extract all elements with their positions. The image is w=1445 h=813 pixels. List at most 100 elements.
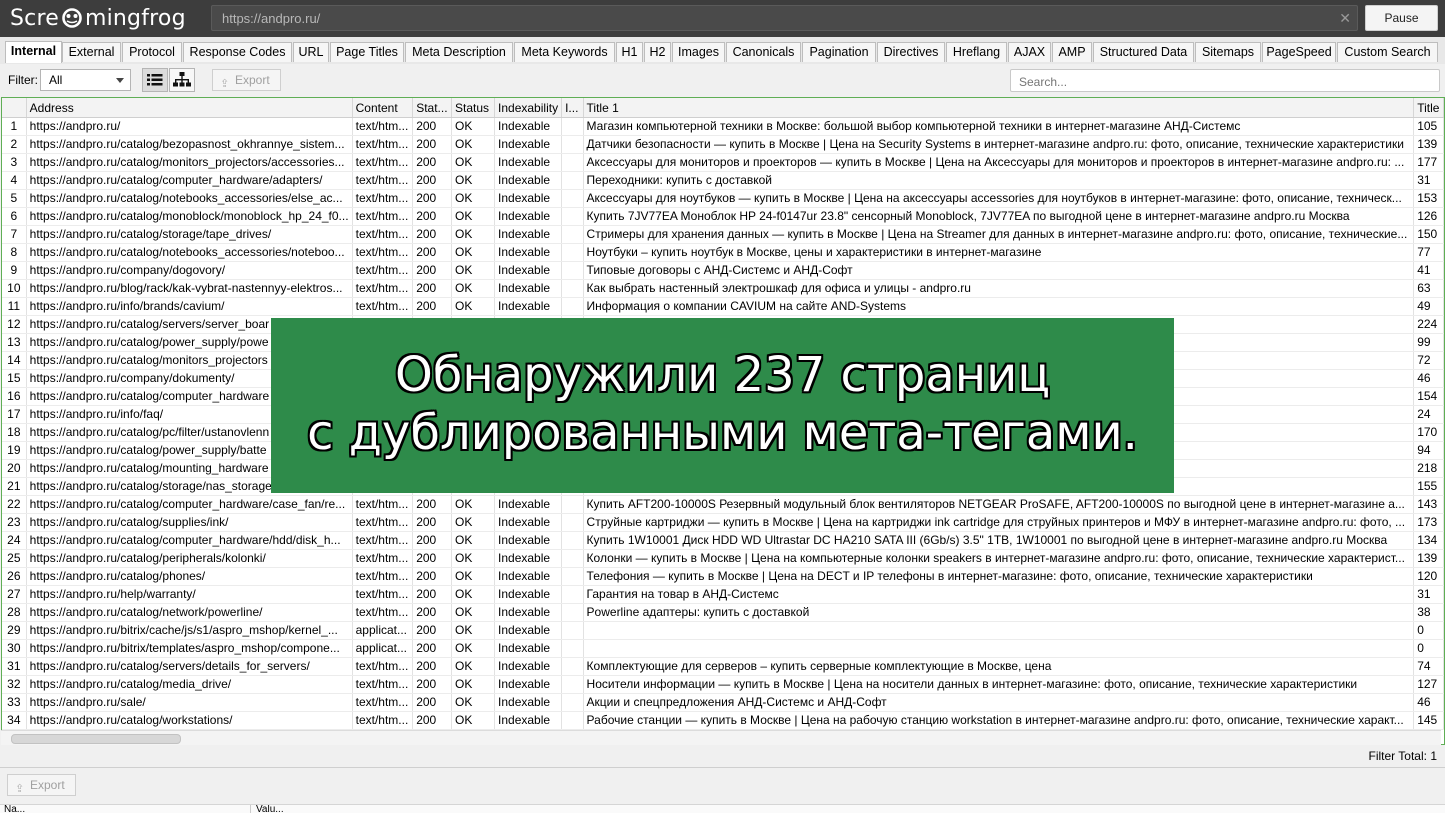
table-row[interactable]: 7 https://andpro.ru/catalog/storage/tape_… (2, 225, 1444, 244)
horizontal-scrollbar[interactable] (1, 730, 1441, 745)
row-index: 31 (2, 657, 27, 676)
tab-response-codes[interactable]: Response Codes (183, 42, 292, 62)
table-row[interactable]: 26 https://andpro.ru/catalog/phones/text/… (2, 567, 1444, 586)
tab-custom-search[interactable]: Custom Search (1337, 42, 1438, 62)
tab-pagination[interactable]: Pagination (802, 42, 876, 62)
table-row[interactable]: 27 https://andpro.ru/help/warranty/text/h… (2, 585, 1444, 604)
clear-url-icon[interactable]: ✕ (1339, 10, 1351, 27)
details-col-value[interactable]: Valu... (256, 805, 284, 813)
table-row[interactable]: 3 https://andpro.ru/catalog/monitors_proj… (2, 153, 1444, 172)
tab-images[interactable]: Images (672, 42, 725, 62)
tab-protocol[interactable]: Protocol (122, 42, 182, 62)
export-button[interactable]: ⇪ Export (212, 69, 281, 91)
tab-sitemaps[interactable]: Sitemaps (1195, 42, 1261, 62)
table-row[interactable]: 29 https://andpro.ru/bitrix/cache/js/s1/a… (2, 621, 1444, 640)
cell-title-length: 143 (1413, 495, 1444, 514)
cell-indexability: Indexable (494, 657, 563, 676)
cell-content-type: text/htm... (352, 117, 414, 136)
row-index: 18 (2, 423, 27, 442)
table-row[interactable]: 5 https://andpro.ru/catalog/notebooks_acc… (2, 189, 1444, 208)
tab-pagespeed[interactable]: PageSpeed (1262, 42, 1336, 62)
cell-title-length: 41 (1413, 261, 1444, 280)
table-row[interactable]: 25 https://andpro.ru/catalog/peripherals/… (2, 549, 1444, 568)
scrollbar-thumb[interactable] (11, 734, 181, 744)
table-row[interactable]: 32 https://andpro.ru/catalog/media_drive/… (2, 675, 1444, 694)
cell-title-length: 38 (1413, 603, 1444, 622)
col-header-indexability-status[interactable]: I... (561, 98, 584, 118)
table-row[interactable]: 10 https://andpro.ru/blog/rack/kak-vybrat… (2, 279, 1444, 298)
cell-title-1: Датчики безопасности — купить в Москве |… (583, 135, 1415, 154)
search-box[interactable] (1010, 69, 1440, 92)
table-row[interactable]: 34 https://andpro.ru/catalog/workstations… (2, 711, 1444, 730)
tree-view-button[interactable] (169, 68, 195, 92)
table-row[interactable]: 4 https://andpro.ru/catalog/computer_hard… (2, 171, 1444, 190)
cell-title-length: 134 (1413, 531, 1444, 550)
upload-icon: ⇪ (15, 783, 25, 795)
cell-status: OK (451, 675, 496, 694)
cell-content-type: text/htm... (352, 513, 414, 532)
details-col-name[interactable]: Na... (4, 805, 25, 813)
cell-address: https://andpro.ru/bitrix/cache/js/s1/asp… (26, 621, 353, 640)
table-row[interactable]: 33 https://andpro.ru/sale/text/htm... 200 O… (2, 693, 1444, 712)
tab-amp[interactable]: AMP (1052, 42, 1092, 62)
cell-address: https://andpro.ru/sale/ (26, 693, 353, 712)
table-row[interactable]: 23 https://andpro.ru/catalog/supplies/ink… (2, 513, 1444, 532)
tab-directives[interactable]: Directives (877, 42, 945, 62)
table-row[interactable]: 22 https://andpro.ru/catalog/computer_har… (2, 495, 1444, 514)
table-row[interactable]: 6 https://andpro.ru/catalog/monoblock/mon… (2, 207, 1444, 226)
cell-address: https://andpro.ru/catalog/computer_hardw… (26, 531, 353, 550)
table-row[interactable]: 31 https://andpro.ru/catalog/servers/deta… (2, 657, 1444, 676)
filter-label: Filter: (8, 73, 38, 87)
cell-status: OK (451, 585, 496, 604)
search-input[interactable] (1017, 74, 1421, 90)
col-header-status-code[interactable]: Stat... (412, 98, 452, 118)
tab-ajax[interactable]: AJAX (1008, 42, 1051, 62)
cell-title-1: Аксессуары для ноутбуков — купить в Моск… (583, 189, 1415, 208)
tab-page-titles[interactable]: Page Titles (330, 42, 404, 62)
tab-structured-data[interactable]: Structured Data (1093, 42, 1194, 62)
cell-status: OK (451, 513, 496, 532)
filter-dropdown[interactable]: All (40, 69, 131, 91)
cell-status-code: 200 (412, 495, 452, 514)
url-bar[interactable]: ✕ (211, 5, 1358, 31)
col-header-title-1[interactable]: Title 1 (583, 98, 1415, 118)
cell-title-length: 24 (1413, 405, 1444, 424)
table-row[interactable]: 1 https://andpro.ru/text/htm... 200 OK Index… (2, 117, 1444, 136)
col-header-index[interactable] (2, 98, 27, 118)
table-header-row: Address Content Stat... Status Indexabil… (2, 98, 1444, 118)
tab-url[interactable]: URL (293, 42, 329, 62)
cell-title-length: 0 (1413, 621, 1444, 640)
table-row[interactable]: 9 https://andpro.ru/company/dogovory/text… (2, 261, 1444, 280)
row-index: 3 (2, 153, 27, 172)
col-header-status[interactable]: Status (451, 98, 496, 118)
url-input[interactable] (220, 10, 1324, 27)
table-row[interactable]: 24 https://andpro.ru/catalog/computer_har… (2, 531, 1444, 550)
tab-external[interactable]: External (62, 42, 121, 62)
tab-meta-keywords[interactable]: Meta Keywords (514, 42, 615, 62)
details-export-button[interactable]: ⇪ Export (7, 774, 76, 796)
cell-content-type: text/htm... (352, 171, 414, 190)
table-row[interactable]: 30 https://andpro.ru/bitrix/templates/asp… (2, 639, 1444, 658)
col-header-content[interactable]: Content (352, 98, 414, 118)
table-row[interactable]: 8 https://andpro.ru/catalog/notebooks_acc… (2, 243, 1444, 262)
col-header-indexability[interactable]: Indexability (494, 98, 563, 118)
cell-title-length: 150 (1413, 225, 1444, 244)
tab-h2[interactable]: H2 (644, 42, 671, 62)
tab-meta-description[interactable]: Meta Description (405, 42, 513, 62)
tab-h1[interactable]: H1 (616, 42, 643, 62)
pause-button[interactable]: Pause (1365, 5, 1438, 31)
table-row[interactable]: 28 https://andpro.ru/catalog/network/powe… (2, 603, 1444, 622)
column-divider (250, 805, 251, 813)
col-header-title-length[interactable]: Title (1413, 98, 1444, 118)
cell-indexability-status (561, 297, 584, 316)
tab-hreflang[interactable]: Hreflang (946, 42, 1007, 62)
tab-internal[interactable]: Internal (5, 41, 62, 63)
cell-content-type: text/htm... (352, 189, 414, 208)
col-header-address[interactable]: Address (26, 98, 353, 118)
cell-address: https://andpro.ru/catalog/bezopasnost_ok… (26, 135, 353, 154)
list-view-button[interactable] (142, 68, 168, 92)
tab-canonicals[interactable]: Canonicals (726, 42, 801, 62)
status-bar: Filter Total: 1 (0, 746, 1445, 766)
table-row[interactable]: 11 https://andpro.ru/info/brands/cavium/t… (2, 297, 1444, 316)
table-row[interactable]: 2 https://andpro.ru/catalog/bezopasnost_o… (2, 135, 1444, 154)
